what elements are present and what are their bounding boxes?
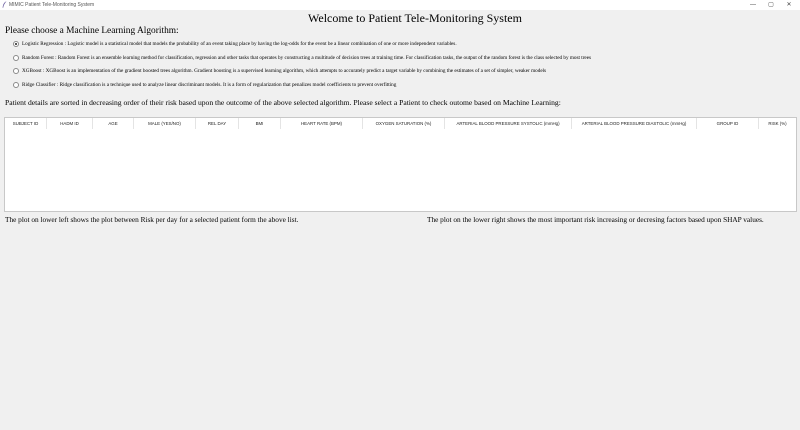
algorithm-option-label: Random Forest : Random Forest is an ense… bbox=[22, 55, 592, 61]
radio-button[interactable] bbox=[13, 82, 19, 88]
column-header-heart-rate[interactable]: HEART RATE (BPM) bbox=[281, 118, 363, 129]
algorithm-option-label: XGBoost : XGBoost is an implementation o… bbox=[22, 68, 547, 74]
radio-button[interactable] bbox=[13, 55, 19, 61]
risk-plot-caption: The plot on lower left shows the plot be… bbox=[5, 215, 299, 224]
column-header-oxygen-saturation[interactable]: OXYGEN SATURATION (%) bbox=[363, 118, 445, 129]
column-header-abp-systolic[interactable]: ARTERIAL BLOOD PRESSURE SYSTOLIC (mmHg) bbox=[445, 118, 572, 129]
algorithm-option-label: Ridge Classifier : Ridge classification … bbox=[22, 82, 397, 88]
column-header-risk[interactable]: RISK (%) bbox=[759, 118, 796, 129]
column-header-abp-diastolic[interactable]: ARTERIAL BLOOD PRESSURE DIASTOLIC (mmHg) bbox=[572, 118, 697, 129]
window-title: MIMIC Patient Tele-Monitoring System bbox=[9, 2, 95, 8]
column-header-rel-day[interactable]: REL DAY bbox=[196, 118, 239, 129]
radio-button[interactable] bbox=[13, 41, 19, 47]
column-header-male[interactable]: MALE (YES/NO) bbox=[134, 118, 196, 129]
feather-app-icon bbox=[2, 1, 7, 8]
algorithm-option-label: Logistic Regression : Logistic model is … bbox=[22, 41, 457, 47]
shap-plot-caption: The plot on the lower right shows the mo… bbox=[427, 215, 764, 224]
column-header-bmi[interactable]: BMI bbox=[239, 118, 281, 129]
column-header-hadm-id[interactable]: HADM ID bbox=[47, 118, 93, 129]
algorithm-prompt: Please choose a Machine Learning Algorit… bbox=[5, 26, 179, 36]
column-header-subject-id[interactable]: SUBJECT ID bbox=[5, 118, 47, 129]
radio-button[interactable] bbox=[13, 68, 19, 74]
close-button[interactable]: ✕ bbox=[778, 0, 800, 10]
window-titlebar: MIMIC Patient Tele-Monitoring System — ▢… bbox=[0, 0, 800, 10]
patient-table[interactable]: SUBJECT ID HADM ID AGE MALE (YES/NO) REL… bbox=[4, 117, 797, 212]
table-header: SUBJECT ID HADM ID AGE MALE (YES/NO) REL… bbox=[5, 118, 796, 129]
column-header-group-id[interactable]: GROUP ID bbox=[697, 118, 759, 129]
column-header-age[interactable]: AGE bbox=[93, 118, 134, 129]
patients-prompt: Patient details are sorted in decreasing… bbox=[5, 98, 561, 107]
page-title: Welcome to Patient Tele-Monitoring Syste… bbox=[308, 11, 522, 25]
